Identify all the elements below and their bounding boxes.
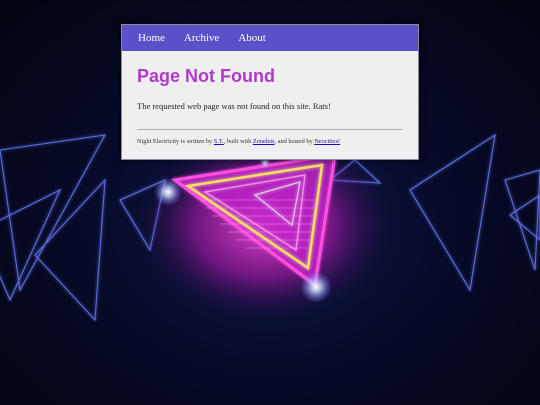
neocities-link[interactable]: Neocities!	[314, 138, 340, 145]
lens-flare-bottom	[300, 271, 332, 303]
nav-archive-link[interactable]: Archive	[184, 32, 219, 44]
not-found-message: The requested web page was not found on …	[137, 101, 331, 111]
author-link[interactable]: S.T.	[214, 138, 224, 145]
card-content: Page Not Found The requested web page wa…	[122, 65, 418, 145]
site-footer: Night Electricity is written by S.T., bu…	[137, 138, 403, 145]
zonelets-link[interactable]: Zonelets	[253, 138, 275, 145]
not-found-card: Home Archive About Page Not Found The re…	[121, 24, 419, 160]
footer-divider	[137, 129, 403, 130]
nav-about-link[interactable]: About	[238, 32, 266, 44]
lens-flare-left	[154, 178, 182, 206]
top-navigation: Home Archive About	[122, 25, 418, 51]
footer-text-2: , built with	[223, 138, 253, 145]
footer-text-1: Night Electricity is written by	[137, 138, 214, 145]
nav-home-link[interactable]: Home	[138, 32, 165, 44]
page-title: Page Not Found	[137, 66, 275, 86]
footer-text-3: , and hosted by	[274, 138, 315, 145]
